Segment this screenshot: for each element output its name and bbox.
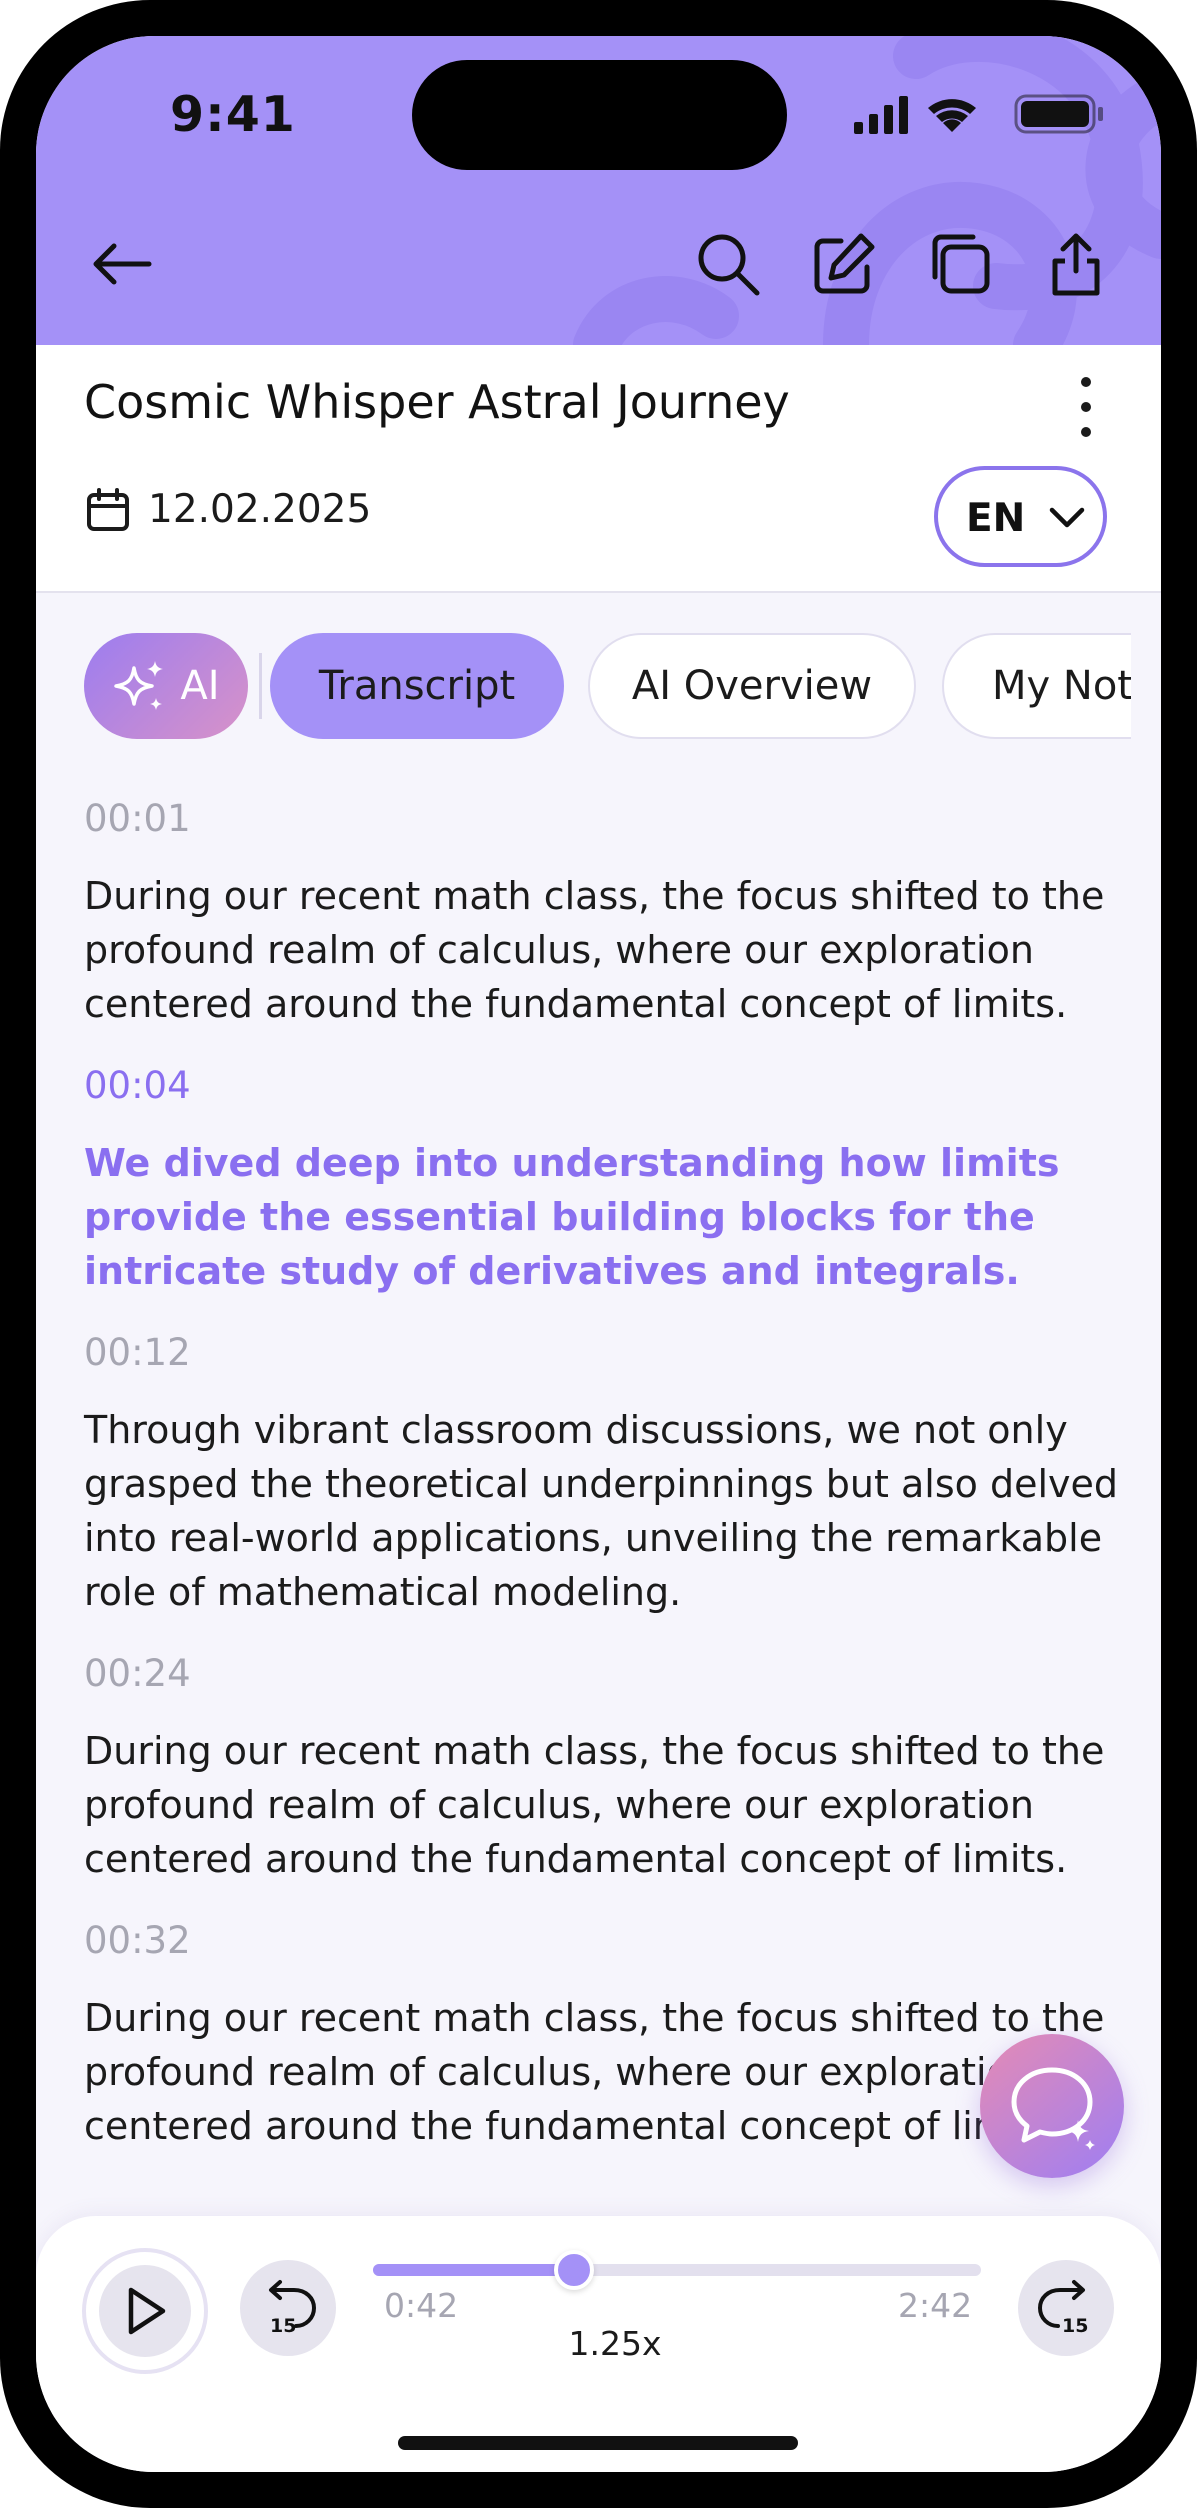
- transcript-segment[interactable]: 00:32 During our recent math class, the …: [84, 1919, 1124, 2153]
- transcript-segment[interactable]: 00:12 Through vibrant classroom discussi…: [84, 1331, 1124, 1619]
- progress-fill: [373, 2264, 574, 2276]
- playback-speed[interactable]: 1.25x: [436, 2324, 794, 2363]
- rewind-15-icon: 15: [269, 2280, 317, 2337]
- status-time: 9:41: [170, 86, 296, 143]
- tab-divider: [259, 653, 262, 719]
- current-time: 0:42: [384, 2286, 459, 2325]
- more-options-icon[interactable]: [1066, 377, 1106, 437]
- total-time: 2:42: [898, 2286, 973, 2325]
- transcript-segment[interactable]: 00:01 During our recent math class, the …: [84, 797, 1124, 1031]
- progress-track[interactable]: [373, 2250, 981, 2290]
- segment-timestamp: 00:32: [84, 1919, 191, 1962]
- segment-timestamp: 00:24: [84, 1652, 191, 1695]
- play-icon: [128, 2287, 166, 2335]
- ai-chip[interactable]: AI: [84, 633, 248, 739]
- forward-15-button[interactable]: 15: [1018, 2260, 1114, 2356]
- calendar-icon: [87, 488, 129, 531]
- segment-timestamp: 00:01: [84, 797, 191, 840]
- header-bar: 9:41: [36, 36, 1161, 345]
- recording-info: Cosmic Whisper Astral Journey 12.02.2025…: [36, 345, 1161, 593]
- audio-player: 15 0:42 2:42 1.25x 15: [36, 2216, 1161, 2472]
- segment-text: During our recent math class, the focus …: [84, 874, 1105, 1026]
- language-value: EN: [966, 496, 1026, 541]
- transcript-segment-active[interactable]: 00:04 We dived deep into understanding h…: [84, 1064, 1124, 1298]
- copy-icon[interactable]: [922, 226, 998, 302]
- segment-text: Through vibrant classroom discussions, w…: [84, 1408, 1118, 1614]
- segment-timestamp: 00:04: [84, 1064, 191, 1107]
- ai-chip-label: AI: [180, 663, 220, 709]
- sparkles-icon: [114, 661, 164, 710]
- transcript-segment[interactable]: 00:24 During our recent math class, the …: [84, 1652, 1124, 1886]
- dynamic-island: [412, 60, 787, 170]
- svg-text:15: 15: [270, 2315, 296, 2337]
- search-icon[interactable]: [690, 226, 766, 302]
- status-icons: [854, 94, 1124, 138]
- chevron-down-icon: [1049, 507, 1085, 528]
- svg-text:15: 15: [1062, 2315, 1088, 2337]
- back-arrow-icon[interactable]: [84, 226, 160, 302]
- tab-transcript[interactable]: Transcript: [270, 633, 564, 739]
- chat-sparkle-icon: [1011, 2067, 1095, 2150]
- segment-timestamp: 00:12: [84, 1331, 191, 1374]
- progress-thumb[interactable]: [553, 2250, 594, 2290]
- recording-date: 12.02.2025: [148, 487, 372, 532]
- phone-frame: 9:41 Cosmic Whisper Astral Journey 12.02…: [0, 0, 1197, 2508]
- wifi-icon: [928, 99, 976, 132]
- segment-text: During our recent math class, the focus …: [84, 1729, 1105, 1881]
- rewind-15-button[interactable]: 15: [240, 2260, 336, 2356]
- edit-icon[interactable]: [806, 226, 882, 302]
- ai-chat-button[interactable]: [980, 2034, 1124, 2178]
- share-icon[interactable]: [1038, 226, 1114, 302]
- segment-text: We dived deep into understanding how lim…: [84, 1141, 1060, 1293]
- forward-15-icon: 15: [1037, 2280, 1088, 2337]
- app-screen: 9:41 Cosmic Whisper Astral Journey 12.02…: [36, 36, 1161, 2472]
- play-button[interactable]: [82, 2248, 208, 2374]
- page-title: Cosmic Whisper Astral Journey: [84, 375, 790, 429]
- language-selector[interactable]: EN: [934, 466, 1107, 567]
- tab-ai-overview[interactable]: AI Overview: [588, 633, 916, 739]
- tab-bar: AI Transcript AI Overview My Notes: [36, 633, 1131, 745]
- segment-text: During our recent math class, the focus …: [84, 1996, 1105, 2148]
- battery-icon: [1014, 94, 1103, 134]
- home-indicator: [398, 2436, 798, 2450]
- tab-my-notes[interactable]: My Notes: [942, 633, 1131, 739]
- cellular-signal-icon: [854, 96, 908, 134]
